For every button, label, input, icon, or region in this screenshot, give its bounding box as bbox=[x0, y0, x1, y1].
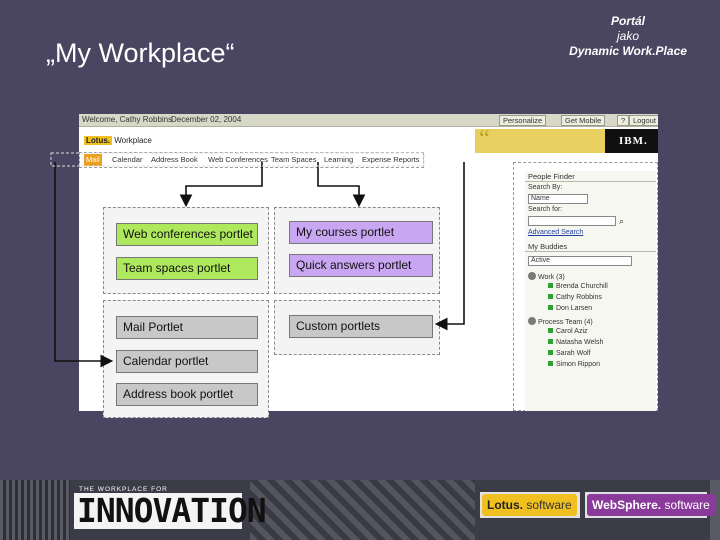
welcome-text: Welcome, Cathy Robbins bbox=[82, 115, 173, 124]
custom-portlets: Custom portlets bbox=[289, 315, 433, 338]
portal-brand-bar: Lotus. Workplace “ IBM. bbox=[79, 126, 658, 153]
portal-right-column: People Finder Search By: Name Search for… bbox=[525, 171, 656, 411]
online-status-icon bbox=[548, 283, 553, 288]
buddy-name: Brenda Churchill bbox=[556, 283, 608, 290]
websphere-software-logo: WebSphere. software bbox=[587, 494, 715, 516]
search-for-input[interactable] bbox=[528, 216, 616, 226]
online-status-icon bbox=[548, 350, 553, 355]
buddy-group-process-team[interactable]: Process Team (4) bbox=[528, 317, 593, 326]
buddy-name: Cathy Robbins bbox=[556, 294, 602, 301]
lotus-brand: Lotus. bbox=[487, 498, 523, 512]
buddy-name: Natasha Welsh bbox=[556, 339, 604, 346]
address-book-portlet: Address book portlet bbox=[116, 383, 258, 406]
tab-highlight-box bbox=[79, 152, 424, 168]
slide-title: „My Workplace“ bbox=[46, 38, 235, 68]
online-status-icon bbox=[548, 339, 553, 344]
buddy-name: Sarah Wolf bbox=[556, 350, 591, 357]
websphere-brand: WebSphere. bbox=[592, 498, 662, 512]
ibm-logo-box: IBM. bbox=[605, 129, 658, 153]
portal-top-bar: Welcome, Cathy Robbins December 02, 2004… bbox=[79, 114, 658, 127]
ibm-logo: IBM. bbox=[619, 135, 648, 147]
buddy-item[interactable]: Natasha Welsh bbox=[548, 339, 603, 346]
search-by-select[interactable]: Name bbox=[528, 194, 588, 204]
group-name: Work (3) bbox=[538, 274, 565, 281]
buddy-name: Simon Rippon bbox=[556, 361, 600, 368]
lotus-suffix: software bbox=[526, 498, 572, 512]
buddy-item[interactable]: Simon Rippon bbox=[548, 361, 600, 368]
group-icon bbox=[528, 272, 536, 280]
workplace-text: Workplace bbox=[114, 136, 152, 145]
group-icon bbox=[528, 317, 536, 325]
websphere-suffix: software bbox=[664, 498, 710, 512]
mail-portlet: Mail Portlet bbox=[116, 316, 258, 339]
buddy-group-work[interactable]: Work (3) bbox=[528, 272, 565, 281]
group-name: Process Team (4) bbox=[538, 319, 593, 326]
innovation-logo: INNOVATION bbox=[77, 491, 267, 530]
quick-answers-portlet: Quick answers portlet bbox=[289, 254, 433, 277]
calendar-portlet: Calendar portlet bbox=[116, 350, 258, 373]
buddy-name: Carol Aziz bbox=[556, 328, 588, 335]
search-icon[interactable]: ⌕ bbox=[619, 216, 624, 227]
buddy-item[interactable]: Don Larsen bbox=[548, 305, 592, 312]
corner-line-1: Portál bbox=[610, 14, 645, 28]
online-status-icon bbox=[548, 305, 553, 310]
personalize-button[interactable]: Personalize bbox=[499, 115, 547, 126]
lotus-workplace-logo: Lotus. Workplace bbox=[84, 136, 152, 145]
status-select[interactable]: Active bbox=[528, 256, 632, 266]
help-button[interactable]: ? bbox=[617, 115, 630, 126]
corner-line-2: jako bbox=[616, 29, 639, 43]
buddy-item[interactable]: Carol Aziz bbox=[548, 328, 588, 335]
banner-graphic: “ bbox=[475, 126, 605, 153]
search-by-label: Search By: bbox=[528, 184, 563, 191]
portlet-group-collaboration bbox=[103, 207, 269, 294]
search-for-label: Search for: bbox=[528, 206, 563, 213]
buddy-item[interactable]: Cathy Robbins bbox=[548, 294, 602, 301]
lotus-software-logo: Lotus. software bbox=[482, 494, 577, 516]
people-finder-header: People Finder bbox=[525, 171, 656, 182]
footer-texture bbox=[0, 480, 70, 540]
date-text: December 02, 2004 bbox=[171, 115, 242, 124]
logout-button[interactable]: Logout bbox=[629, 115, 658, 126]
quote-mark-icon: “ bbox=[479, 126, 490, 152]
buddy-item[interactable]: Sarah Wolf bbox=[548, 350, 591, 357]
web-conferences-portlet: Web conferences portlet bbox=[116, 223, 258, 246]
buddy-item[interactable]: Brenda Churchill bbox=[548, 283, 608, 290]
corner-caption: Portál jako Dynamic Work.Place bbox=[563, 14, 693, 59]
team-spaces-portlet: Team spaces portlet bbox=[116, 257, 258, 280]
corner-line-3: Dynamic Work.Place bbox=[569, 44, 687, 58]
buddy-name: Don Larsen bbox=[556, 305, 593, 312]
online-status-icon bbox=[548, 361, 553, 366]
lotus-mark: Lotus. bbox=[84, 136, 112, 145]
my-courses-portlet: My courses portlet bbox=[289, 221, 433, 244]
footer-texture bbox=[250, 480, 475, 540]
my-buddies-header: My Buddies bbox=[525, 241, 656, 252]
online-status-icon bbox=[548, 294, 553, 299]
advanced-search-link[interactable]: Advanced Search bbox=[528, 229, 583, 236]
online-status-icon bbox=[548, 328, 553, 333]
get-mobile-button[interactable]: Get Mobile bbox=[561, 115, 606, 126]
